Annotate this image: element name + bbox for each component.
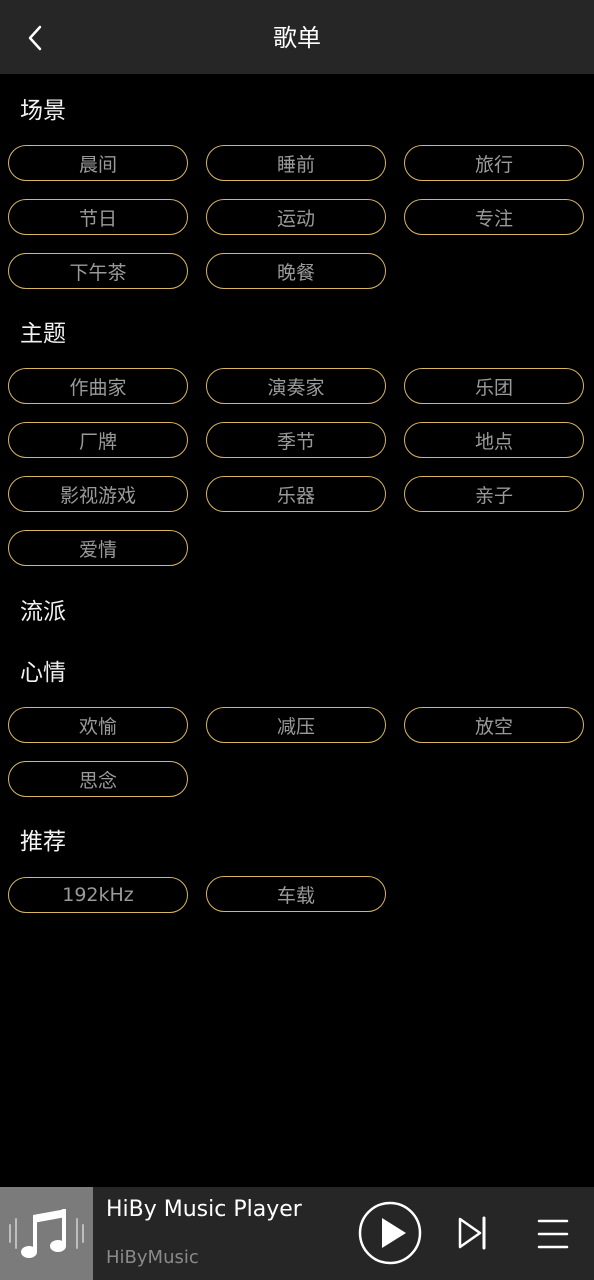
category-chip[interactable]: 影视游戏	[8, 476, 188, 512]
section-title-recommend: 推荐	[20, 829, 66, 855]
category-chip[interactable]: 放空	[404, 707, 584, 743]
playlist-menu-button[interactable]	[536, 1217, 570, 1251]
category-chip[interactable]: 专注	[404, 199, 584, 235]
category-chip[interactable]: 车载	[206, 876, 386, 912]
section-title-genre: 流派	[20, 599, 66, 625]
category-chip[interactable]: 亲子	[404, 476, 584, 512]
playlist-menu-icon	[537, 1219, 569, 1249]
category-chip[interactable]: 厂牌	[8, 422, 188, 458]
category-chip[interactable]: 演奏家	[206, 368, 386, 404]
category-chip[interactable]: 晨间	[8, 145, 188, 181]
category-chip[interactable]: 睡前	[206, 145, 386, 181]
category-chip[interactable]: 地点	[404, 422, 584, 458]
category-chip[interactable]: 晚餐	[206, 253, 386, 289]
section-title-theme: 主题	[20, 321, 66, 347]
category-chip[interactable]: 运动	[206, 199, 386, 235]
section-title-mood: 心情	[20, 660, 66, 686]
top-bar: 歌单	[0, 0, 594, 74]
play-icon	[358, 1201, 422, 1265]
category-chip[interactable]: 减压	[206, 707, 386, 743]
music-note-icon	[9, 1209, 84, 1258]
category-chip[interactable]: 乐团	[404, 368, 584, 404]
category-chip[interactable]: 乐器	[206, 476, 386, 512]
next-track-button[interactable]	[456, 1215, 490, 1251]
category-chip[interactable]: 欢愉	[8, 707, 188, 743]
category-chip[interactable]: 旅行	[404, 145, 584, 181]
category-chip[interactable]: 192kHz	[8, 877, 188, 913]
category-chip[interactable]: 爱情	[8, 530, 188, 566]
category-chip[interactable]: 思念	[8, 761, 188, 797]
category-chip[interactable]: 季节	[206, 422, 386, 458]
skip-next-icon	[458, 1216, 486, 1250]
track-artist: HiByMusic	[106, 1247, 199, 1268]
category-chip[interactable]: 作曲家	[8, 368, 188, 404]
category-chip[interactable]: 下午茶	[8, 253, 188, 289]
category-chip[interactable]: 节日	[8, 199, 188, 235]
play-button[interactable]	[358, 1201, 422, 1265]
album-cover[interactable]	[0, 1187, 93, 1280]
mini-player[interactable]: HiBy Music Player HiByMusic	[0, 1187, 594, 1280]
page-title: 歌单	[273, 24, 321, 52]
track-title: HiBy Music Player	[106, 1197, 302, 1222]
section-title-scene: 场景	[20, 98, 66, 124]
